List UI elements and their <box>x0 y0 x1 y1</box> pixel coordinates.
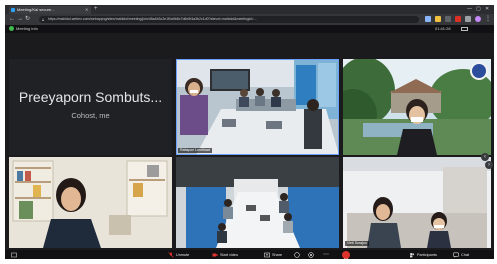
extension-icon[interactable] <box>445 16 451 22</box>
meeting-top-bar: Meeting info 01:41:28 <box>5 25 494 33</box>
end-meeting-button[interactable] <box>342 251 350 259</box>
participant-name: Preeyaporn Sombuts... <box>18 89 163 105</box>
participant-tile-video <box>176 157 339 248</box>
participants-label: Participants <box>417 252 437 257</box>
tab-title: Meeting/Kal secure... <box>17 7 55 12</box>
layout-icon[interactable] <box>461 27 468 31</box>
browser-tab-bar: Meeting/Kal secure... ✕ + — ▢ ✕ <box>5 5 494 14</box>
next-page-icon[interactable]: › <box>485 161 493 169</box>
recording-icon[interactable] <box>308 251 314 258</box>
minimize-icon[interactable]: — <box>467 6 472 13</box>
meeting-settings-icon[interactable] <box>11 251 17 258</box>
back-icon[interactable]: ← <box>9 16 15 23</box>
home-office-video <box>9 157 172 248</box>
share-button[interactable]: Share <box>264 251 282 258</box>
unmute-label: Unmute <box>176 252 190 257</box>
meeting-info-icon[interactable] <box>9 26 14 31</box>
previous-page-icon[interactable]: ‹ <box>481 153 489 161</box>
meeting-controls-bar: Unmute Start video Share ⋯ Participants … <box>5 250 494 259</box>
office-video <box>343 157 491 248</box>
microphone-off-icon <box>168 251 174 258</box>
extension-icon[interactable] <box>425 16 431 22</box>
browser-tab[interactable]: Meeting/Kal secure... ✕ <box>9 6 91 14</box>
window-close-icon[interactable]: ✕ <box>485 6 489 13</box>
meeting-room-video <box>176 157 339 248</box>
share-label: Share <box>272 252 283 257</box>
url-text: https://mahidol.webex.com/webappng/sites… <box>48 17 257 21</box>
browser-toolbar: ← → ↻ 🔒︎ https://mahidol.webex.com/webap… <box>5 14 494 25</box>
participant-tile-video <box>343 59 491 155</box>
reactions-icon[interactable] <box>294 251 300 258</box>
start-video-button[interactable]: Start video <box>212 251 238 258</box>
address-bar[interactable]: 🔒︎ https://mahidol.webex.com/webappng/si… <box>39 16 419 23</box>
outdoor-video <box>343 59 491 155</box>
participants-icon <box>410 252 415 257</box>
extension-icon[interactable] <box>435 16 441 22</box>
browser-menu-icon[interactable]: ⋮ <box>485 16 491 22</box>
more-options-icon[interactable]: ⋯ <box>323 251 329 258</box>
unmute-button[interactable]: Unmute <box>168 251 189 258</box>
participant-tile-video <box>9 157 172 248</box>
extension-icon[interactable] <box>455 16 461 22</box>
participant-name-label: Rattapon Lomthawi <box>178 148 213 153</box>
participant-tile-video: Vieti Sorajoo <box>343 157 491 248</box>
end-call-icon <box>344 258 348 259</box>
start-video-label: Start video <box>220 252 239 257</box>
reload-icon[interactable]: ↻ <box>25 16 30 23</box>
participant-tile-name-card: Preeyaporn Sombuts... Cohost, me <box>9 59 172 155</box>
participants-button[interactable]: Participants <box>409 251 437 258</box>
chat-icon <box>453 252 459 258</box>
lock-icon: 🔒︎ <box>42 17 45 22</box>
meeting-timer: 01:41:28 <box>435 26 451 31</box>
participant-name-label: Vieti Sorajoo <box>345 241 369 246</box>
new-tab-icon[interactable]: + <box>94 6 98 13</box>
camera-off-icon <box>212 253 218 256</box>
chat-button[interactable]: Chat <box>453 251 469 258</box>
participant-tile-video: Rattapon Lomthawi <box>176 59 339 155</box>
forward-icon[interactable]: → <box>17 16 23 23</box>
close-tab-icon[interactable]: ✕ <box>85 7 88 13</box>
webex-tab-icon <box>11 8 15 12</box>
chat-label: Chat <box>461 252 470 257</box>
participant-role: Cohost, me <box>71 111 110 120</box>
app-window: Meeting/Kal secure... ✕ + — ▢ ✕ ← → ↻ 🔒︎… <box>5 5 494 259</box>
meeting-info-label[interactable]: Meeting info <box>16 26 38 32</box>
share-icon <box>264 252 270 257</box>
conference-room-video <box>176 59 339 155</box>
maximize-icon[interactable]: ▢ <box>476 6 481 13</box>
extension-icon[interactable] <box>465 16 471 22</box>
profile-avatar-icon[interactable] <box>475 16 481 22</box>
